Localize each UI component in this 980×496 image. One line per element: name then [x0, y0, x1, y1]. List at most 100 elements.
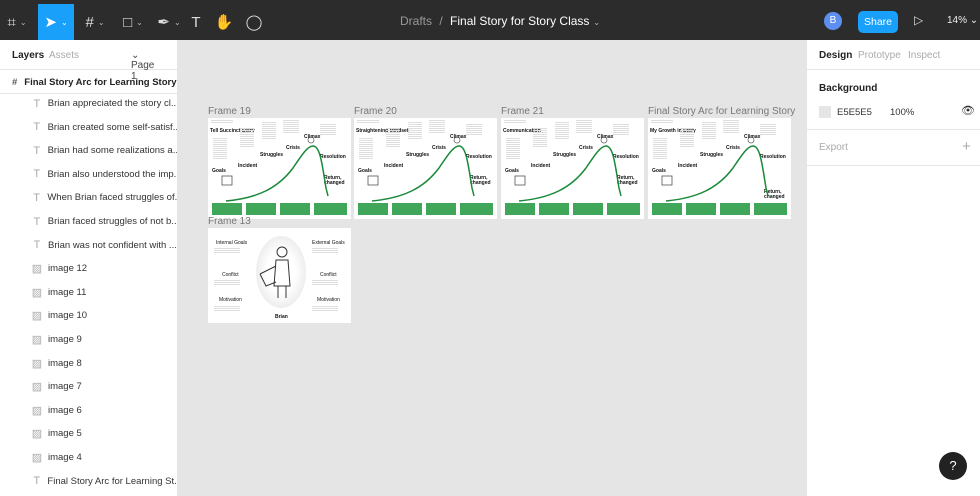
tab-design[interactable]: Design: [819, 50, 852, 61]
layer-item[interactable]: ▨ image 10: [0, 304, 177, 327]
layer-item[interactable]: ▨ image 5: [0, 422, 177, 445]
story-element-box: [607, 203, 640, 215]
text-layer-icon: T: [33, 97, 41, 110]
text-layer-icon: T: [33, 239, 41, 252]
story-element-box: [539, 203, 569, 215]
frame-label[interactable]: Frame 19: [208, 106, 251, 117]
layer-item[interactable]: ▨ image 8: [0, 352, 177, 375]
conflict-heading-right: Conflict: [320, 272, 337, 278]
figma-menu-icon[interactable]: ⌗ ⌄: [0, 4, 34, 40]
help-button[interactable]: ?: [939, 452, 967, 480]
layer-item[interactable]: ▨ image 11: [0, 281, 177, 304]
layer-label: Brian was not confident with ...: [48, 239, 177, 251]
design-panel: Design Prototype Inspect Background E5E5…: [806, 40, 980, 496]
background-hex[interactable]: E5E5E5: [837, 107, 872, 118]
external-goals-heading: External Goals: [312, 240, 345, 246]
layer-item[interactable]: T Final Story Arc for Learning St...: [0, 470, 177, 493]
conflict-heading-left: Conflict: [222, 272, 239, 278]
layer-item[interactable]: ▨ image 12: [0, 257, 177, 280]
story-element-box: [212, 203, 242, 215]
text-tool-icon[interactable]: T: [186, 4, 206, 40]
rectangle-tool-icon[interactable]: □ ⌄: [116, 4, 150, 40]
present-play-icon[interactable]: ▷: [914, 13, 923, 27]
story-element-box: [720, 203, 750, 215]
story-element-box: [246, 203, 276, 215]
layer-label: image 12: [48, 263, 88, 275]
note-text: [214, 306, 240, 312]
note-text: [214, 280, 240, 286]
frame-tool-icon[interactable]: # ⌄: [80, 4, 110, 40]
layer-label: Final Story Arc for Learning Story: [24, 77, 177, 88]
story-element-box: [460, 203, 493, 215]
story-arc-frame[interactable]: Communication Goals Incident Struggles C…: [501, 118, 644, 219]
layer-item[interactable]: T When Brian faced struggles of...: [0, 186, 177, 209]
text-layer-icon: T: [33, 475, 41, 488]
frame-icon: #: [12, 77, 18, 88]
background-color-swatch[interactable]: [819, 106, 831, 118]
comment-tool-icon[interactable]: ◯: [244, 4, 264, 40]
image-layer-icon: ▨: [31, 381, 43, 394]
page-selector[interactable]: Page 1 ⌄: [131, 50, 154, 82]
note-text: [312, 248, 338, 253]
frame-label[interactable]: Frame 20: [354, 106, 397, 117]
layer-item[interactable]: T Brian appreciated the story cl...: [0, 92, 177, 115]
frame-label[interactable]: Frame 13: [208, 216, 251, 227]
tab-prototype[interactable]: Prototype: [858, 50, 901, 61]
frame-label[interactable]: Final Story Arc for Learning Story: [648, 106, 795, 117]
tab-layers[interactable]: Layers: [12, 50, 44, 61]
layer-item[interactable]: T Brian had some realizations a...: [0, 139, 177, 162]
layer-label: Brian faced struggles of not b...: [47, 216, 177, 227]
layer-label: image 5: [48, 428, 82, 440]
layer-item[interactable]: T Brian also understood the imp...: [0, 163, 177, 186]
layer-item[interactable]: ▨ image 4: [0, 446, 177, 469]
image-layer-icon: ▨: [31, 357, 43, 370]
eye-icon[interactable]: 👁: [961, 104, 975, 117]
story-element-box: [392, 203, 422, 215]
add-export-icon[interactable]: +: [962, 138, 971, 155]
character-frame[interactable]: Internal Goals External Goals Conflict C…: [208, 228, 351, 323]
background-opacity[interactable]: 100%: [890, 107, 914, 118]
layer-item[interactable]: T Brian faced struggles of not b...: [0, 210, 178, 233]
image-layer-icon: ▨: [31, 263, 43, 276]
internal-goals-heading: Internal Goals: [216, 240, 248, 246]
layer-root-frame[interactable]: # Final Story Arc for Learning Story: [0, 70, 177, 94]
layer-label: Brian also understood the imp...: [47, 168, 177, 180]
story-element-box: [426, 203, 456, 215]
story-element-box: [358, 203, 388, 215]
layer-label: image 8: [48, 357, 82, 369]
story-element-box: [754, 203, 787, 215]
layer-label: Brian appreciated the story cl...: [47, 98, 177, 109]
tab-assets[interactable]: Assets: [49, 50, 79, 61]
layer-label: Brian created some self-satisf...: [47, 121, 177, 133]
hand-tool-icon[interactable]: ✋: [214, 4, 234, 40]
share-button[interactable]: Share: [858, 11, 898, 33]
story-arc-frame[interactable]: Straightening Mindset Goals Incident Str…: [354, 118, 497, 219]
breadcrumb-drafts[interactable]: Drafts: [400, 14, 432, 28]
layer-label: When Brian faced struggles of...: [47, 192, 177, 204]
layer-item[interactable]: T Brian was not confident with ...: [0, 234, 177, 257]
layer-item[interactable]: ▨ image 7: [0, 375, 177, 398]
story-arc-frame[interactable]: My Growth in Story Goals Incident Strugg…: [648, 118, 791, 219]
layer-label: Brian had some realizations a...: [47, 145, 177, 157]
layer-item[interactable]: T Brian created some self-satisf...: [0, 116, 177, 139]
move-tool-icon[interactable]: ➤ ⌄: [38, 4, 74, 40]
frame-label[interactable]: Frame 21: [501, 106, 544, 117]
pen-tool-icon[interactable]: ✒ ⌄: [152, 4, 186, 40]
file-name[interactable]: Final Story for Story Class: [450, 14, 589, 28]
layer-item[interactable]: ▨ image 6: [0, 399, 177, 422]
layer-label: Final Story Arc for Learning St...: [47, 475, 177, 487]
layer-label: image 4: [48, 452, 82, 463]
story-element-box: [686, 203, 716, 215]
chevron-down-icon[interactable]: ⌄: [593, 18, 600, 27]
layer-label: image 10: [48, 310, 88, 322]
story-element-box: [573, 203, 603, 215]
text-layer-icon: T: [33, 168, 41, 181]
note-text: [214, 248, 240, 253]
zoom-dropdown[interactable]: 14% ⌄: [947, 15, 978, 26]
text-layer-icon: T: [33, 215, 41, 228]
tab-inspect[interactable]: Inspect: [908, 50, 940, 61]
layer-item[interactable]: ▨ image 9: [0, 328, 177, 351]
zoom-value: 14%: [947, 15, 968, 26]
avatar[interactable]: B: [824, 12, 842, 30]
story-arc-frame[interactable]: Tell Succinct Story Goals Incident Strug…: [208, 118, 351, 219]
